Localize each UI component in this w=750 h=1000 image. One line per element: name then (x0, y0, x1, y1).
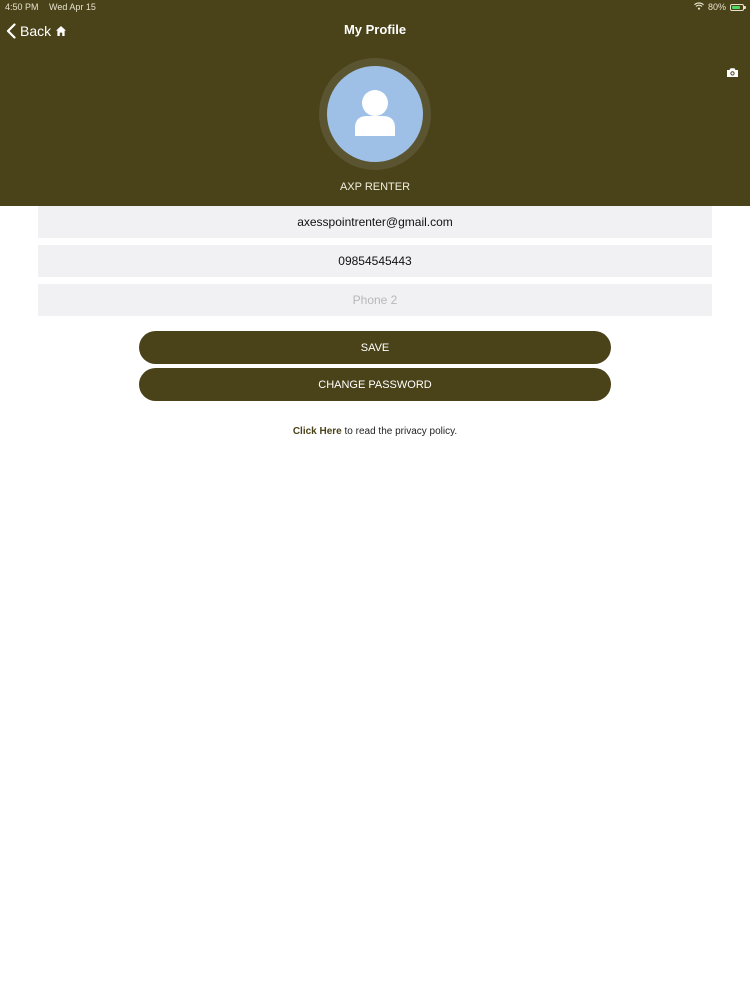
profile-header: 4:50 PM Wed Apr 15 80% Back My Profile A… (0, 0, 750, 206)
status-bar: 4:50 PM Wed Apr 15 80% (0, 0, 750, 14)
camera-icon[interactable] (726, 65, 739, 83)
battery-icon (730, 3, 746, 11)
save-button[interactable]: SAVE (139, 331, 611, 364)
battery-level (732, 5, 740, 9)
email-field[interactable] (38, 206, 712, 238)
change-password-button[interactable]: CHANGE PASSWORD (139, 368, 611, 401)
status-time: 4:50 PM (5, 2, 39, 12)
status-right: 80% (694, 2, 746, 12)
phone-field[interactable] (38, 245, 712, 277)
user-icon (355, 90, 395, 136)
battery-percent: 80% (707, 2, 726, 12)
page-title: My Profile (343, 22, 407, 37)
profile-name: AXP RENTER (339, 181, 411, 193)
phone-2-field[interactable] (38, 284, 712, 316)
privacy-policy-link[interactable]: Click Here (293, 426, 342, 437)
status-date: Wed Apr 15 (49, 2, 96, 12)
wifi-icon (694, 2, 704, 12)
privacy-policy-text: Click Here to read the privacy policy. (0, 426, 750, 437)
avatar[interactable] (327, 66, 423, 162)
privacy-policy-rest: to read the privacy policy. (341, 426, 458, 437)
status-left: 4:50 PM Wed Apr 15 (5, 2, 104, 12)
